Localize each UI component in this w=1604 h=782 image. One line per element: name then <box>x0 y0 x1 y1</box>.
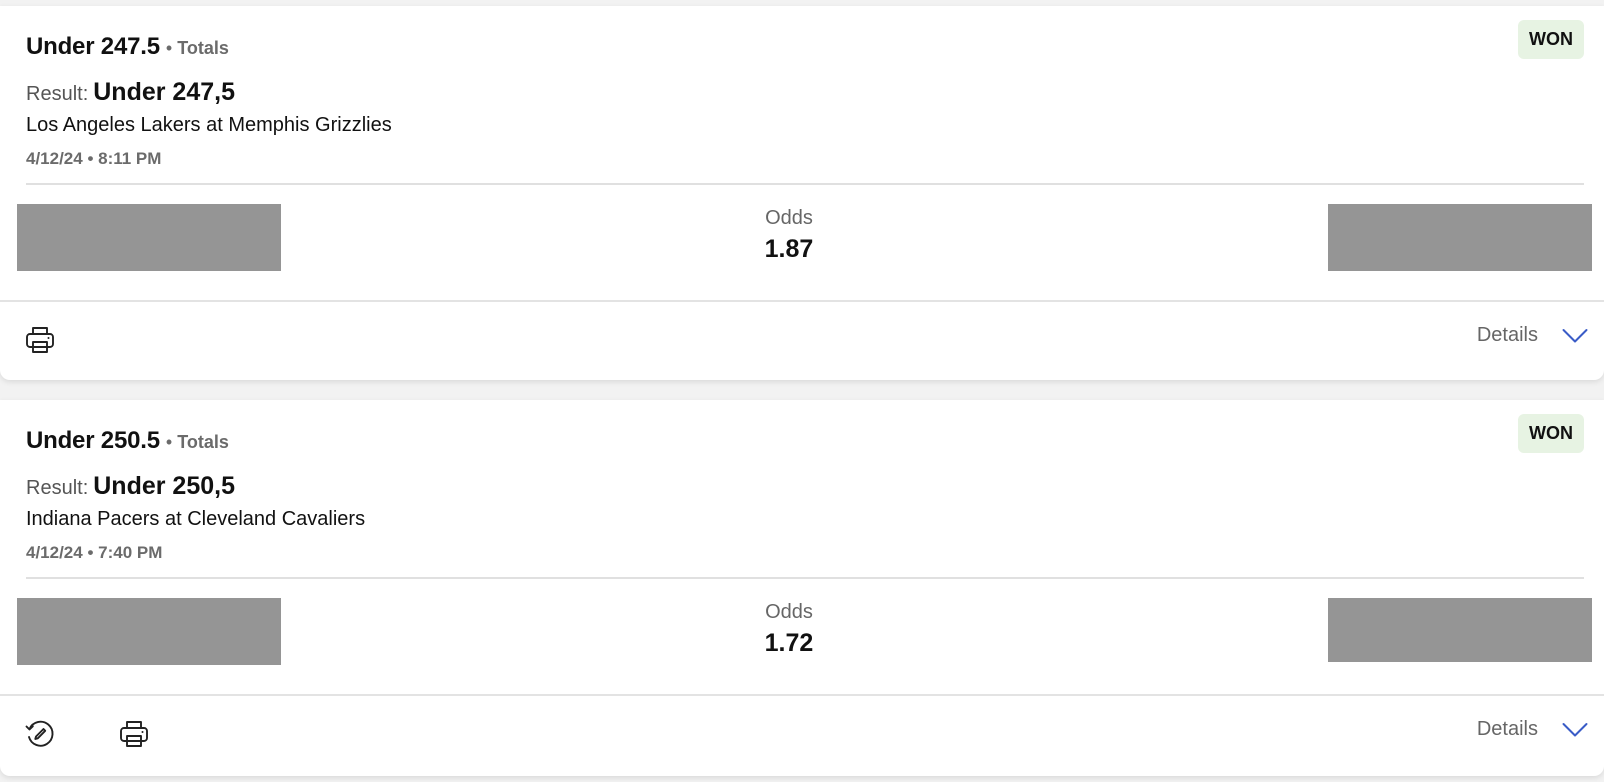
details-label: Details <box>1476 324 1538 346</box>
result-label: Result: <box>26 477 89 499</box>
result-value: Under 247,5 <box>93 78 235 106</box>
bet-card-footer: Details <box>0 302 1604 376</box>
bet-card-header: Under 250.5 • Totals WON Result: Under 2… <box>0 400 1604 579</box>
printer-icon <box>120 721 148 747</box>
bet-odds-section: Odds 1.72 <box>0 579 1604 696</box>
result-label: Result: <box>26 83 89 105</box>
chevron-down-icon <box>1562 722 1588 736</box>
print-button[interactable] <box>116 716 152 752</box>
result-row: Result: Under 247,5 <box>26 78 235 107</box>
status-badge: WON <box>1518 414 1584 453</box>
separator-dot: • <box>165 432 173 452</box>
printer-icon <box>26 327 54 353</box>
bet-card: Under 250.5 • Totals WON Result: Under 2… <box>0 400 1604 776</box>
print-button[interactable] <box>22 322 58 358</box>
reuse-bet-button[interactable] <box>22 716 58 752</box>
bet-title-row: Under 250.5 • Totals <box>26 427 229 455</box>
bet-selection-title: Under 250.5 <box>26 427 160 454</box>
bet-card: Under 247.5 • Totals WON Result: Under 2… <box>0 6 1604 380</box>
details-toggle[interactable]: Details <box>1477 718 1588 741</box>
bet-title-row: Under 247.5 • Totals <box>26 33 229 61</box>
bet-selection-title: Under 247.5 <box>26 33 160 60</box>
event-name: Los Angeles Lakers at Memphis Grizzlies <box>26 114 392 136</box>
bet-odds-section: Odds 1.87 <box>0 185 1604 302</box>
bet-card-footer: Details <box>0 696 1604 770</box>
status-badge: WON <box>1518 20 1584 59</box>
bet-market-type: Totals <box>177 432 229 452</box>
bet-history-list: Under 247.5 • Totals WON Result: Under 2… <box>0 0 1604 782</box>
redacted-block <box>1328 598 1592 662</box>
bet-card-header: Under 247.5 • Totals WON Result: Under 2… <box>0 6 1604 185</box>
redacted-block <box>1328 204 1592 271</box>
event-datetime: 4/12/24 • 8:11 PM <box>26 149 162 168</box>
event-name: Indiana Pacers at Cleveland Cavaliers <box>26 508 366 530</box>
details-label: Details <box>1476 718 1538 740</box>
result-value: Under 250,5 <box>93 472 235 500</box>
reuse-bet-icon <box>25 720 54 747</box>
result-row: Result: Under 250,5 <box>26 472 235 501</box>
separator-dot: • <box>165 38 173 58</box>
bet-market-type: Totals <box>177 38 229 58</box>
chevron-down-icon <box>1562 328 1588 342</box>
details-toggle[interactable]: Details <box>1477 324 1588 347</box>
event-datetime: 4/12/24 • 7:40 PM <box>26 543 163 562</box>
